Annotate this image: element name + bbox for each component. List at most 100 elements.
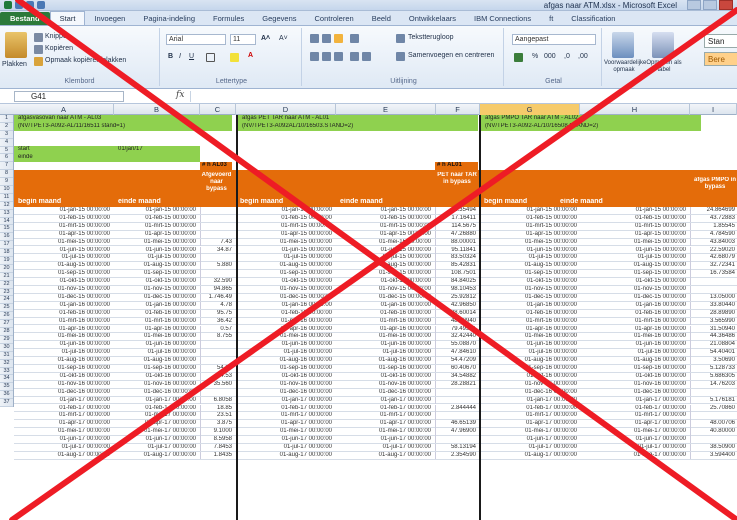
table-cell[interactable]: 01-dec-16 00:00:00 [481, 389, 579, 396]
table-cell[interactable]: 01-okt-15 00:00:00 [581, 278, 688, 285]
table-cell[interactable]: 01-okt-16 00:00:00 [14, 373, 112, 380]
table-cell[interactable]: 01-nov-15 00:00:00 [238, 286, 334, 293]
row-header[interactable]: 11 [0, 194, 13, 202]
table-cell[interactable]: 01-dec-15 00:00:00 [336, 294, 433, 301]
table-cell[interactable]: 01-jun-16 00:00:00 [336, 341, 433, 348]
row-header[interactable]: 26 [0, 312, 13, 321]
table-cell[interactable] [435, 412, 478, 420]
table-cell[interactable]: 79.49521 [435, 325, 478, 333]
table-cell[interactable]: 42.68079 [690, 254, 737, 262]
table-cell[interactable]: 01-mrt-17 00:00:00 [336, 412, 433, 419]
table-cell[interactable]: 95.75 [200, 309, 234, 318]
tab-ft[interactable]: ft [540, 12, 562, 25]
table-cell[interactable]: 01-jan-16 00:00:00 [581, 302, 688, 309]
table-cell[interactable]: 01-feb-16 00:00:00 [114, 310, 198, 317]
table-cell[interactable] [200, 270, 234, 278]
table-cell[interactable]: 01-aug-17 00:00:00 [14, 452, 112, 459]
table-cell[interactable]: 01-apr-16 00:00:00 [481, 326, 579, 333]
table-cell[interactable]: 01-okt-15 00:00:00 [336, 278, 433, 285]
paste-icon[interactable] [5, 32, 27, 58]
table-cell[interactable]: 31.50940 [690, 325, 737, 333]
column-header-h[interactable]: H [580, 104, 690, 115]
table-cell[interactable]: 01-aug-16 00:00:00 [114, 357, 198, 364]
table-cell[interactable]: 01-jun-15 00:00:00 [581, 247, 688, 254]
column-header-b[interactable]: B [114, 104, 200, 115]
table-cell[interactable]: 01-jul-15 00:00:00 [14, 254, 112, 261]
table-cell[interactable]: 01-dec-16 00:00:00 [114, 389, 198, 396]
table-cell[interactable]: 01-mrt-15 00:00:00 [481, 223, 579, 230]
table-cell[interactable]: 01-jun-16 00:00:00 [238, 341, 334, 348]
table-cell[interactable]: 01-mrt-15 00:00:00 [581, 223, 688, 230]
table-cell[interactable]: 01-feb-17 00:00:00 [14, 405, 112, 412]
table-cell[interactable]: 01-mei-16 00:00:00 [336, 333, 433, 340]
table-cell[interactable]: 01-jun-16 00:00:00 [481, 341, 579, 348]
row-header[interactable]: 25 [0, 304, 13, 313]
table-cell[interactable]: 14.76203 [690, 380, 737, 389]
table-cell[interactable] [200, 230, 234, 239]
table-cell[interactable]: 83.50324 [435, 254, 478, 262]
table-cell[interactable]: 01-apr-16 00:00:00 [114, 326, 198, 333]
row-header[interactable]: 29 [0, 336, 13, 344]
tab-bestand[interactable]: Bestand [0, 12, 50, 25]
table-cell[interactable]: 25.70860 [690, 404, 737, 412]
table-cell[interactable]: 01-mei-15 00:00:00 [336, 239, 433, 246]
table-cell[interactable]: 58.13194 [435, 444, 478, 452]
row-header[interactable]: 22 [0, 281, 13, 289]
table-cell[interactable]: 01-aug-15 00:00:00 [581, 262, 688, 269]
table-cell[interactable]: 01-mrt-16 00:00:00 [481, 318, 579, 325]
style-standard[interactable]: Stan [704, 34, 737, 48]
column-header-c[interactable]: C [200, 104, 236, 115]
table-cell[interactable]: 32.42440 [435, 333, 478, 341]
tab-controleren[interactable]: Controleren [306, 12, 363, 25]
table-cell[interactable]: 3.50690 [690, 357, 737, 365]
table-cell[interactable]: 28.60014 [435, 309, 478, 318]
table-cell[interactable]: 01-aug-15 00:00:00 [481, 262, 579, 269]
table-cell[interactable]: 43.84003 [690, 238, 737, 246]
cut-icon[interactable] [34, 33, 43, 42]
table-cell[interactable]: 1.746.49 [200, 293, 234, 302]
table-cell[interactable]: 01-jul-17 00:00:00 [14, 444, 112, 451]
redo-icon[interactable] [37, 1, 45, 9]
table-cell[interactable]: 01-feb-15 00:00:00 [481, 215, 579, 222]
table-cell[interactable]: 01-feb-15 00:00:00 [581, 215, 688, 222]
tab-beeld[interactable]: Beeld [363, 12, 400, 25]
thousands-icon[interactable]: 000 [544, 52, 556, 62]
table-cell[interactable]: 48.20940 [435, 317, 478, 325]
cut-button[interactable]: Knippen [45, 32, 71, 42]
table-cell[interactable]: 01-mrt-17 00:00:00 [581, 412, 688, 419]
table-cell[interactable]: 40.80000 [690, 428, 737, 436]
font-name-select[interactable]: Arial [166, 34, 226, 45]
table-cell[interactable]: 01-apr-15 00:00:00 [14, 231, 112, 238]
table-cell[interactable]: 5.880 [200, 262, 234, 270]
row-header[interactable]: 33 [0, 368, 13, 376]
table-cell[interactable]: 47.84610 [435, 349, 478, 357]
table-cell[interactable]: 01-mrt-17 00:00:00 [114, 412, 198, 419]
table-cell[interactable]: 01-feb-17 00:00:00 [581, 405, 688, 412]
table-cell[interactable]: 01-aug-17 00:00:00 [336, 452, 433, 459]
table-cell[interactable]: 01-dec-16 00:00:00 [238, 389, 334, 396]
table-cell[interactable]: 01-sep-15 00:00:00 [14, 270, 112, 277]
table-cell[interactable]: 01-dec-15 00:00:00 [14, 294, 112, 301]
row-header[interactable]: 24 [0, 296, 13, 305]
row-header[interactable]: 8 [0, 170, 13, 179]
table-cell[interactable]: 4.78 [200, 301, 234, 310]
table-cell[interactable]: 01-jul-15 00:00:00 [238, 254, 334, 261]
table-cell[interactable]: 01-apr-17 00:00:00 [114, 420, 198, 427]
maximize-button[interactable] [703, 0, 717, 10]
table-cell[interactable]: 01-aug-16 00:00:00 [14, 357, 112, 364]
close-button[interactable] [719, 0, 733, 10]
table-cell[interactable] [200, 357, 234, 365]
table-cell[interactable]: 01-mei-17 00:00:00 [14, 428, 112, 435]
merge-center-button[interactable]: Samenvoegen en centreren [408, 51, 494, 61]
table-cell[interactable]: 01-apr-16 00:00:00 [336, 326, 433, 333]
table-cell[interactable]: 2.844444 [435, 404, 478, 412]
table-cell[interactable]: 28.28821 [435, 380, 478, 389]
table-cell[interactable]: 01-apr-17 00:00:00 [581, 420, 688, 427]
table-cell[interactable]: 01-jan-17 00:00:00 [581, 397, 688, 404]
table-cell[interactable]: 01-sep-16 00:00:00 [14, 365, 112, 372]
table-cell[interactable]: 01-jun-17 00:00:00 [238, 436, 334, 443]
table-cell[interactable] [690, 286, 737, 294]
table-cell[interactable]: 0.57 [200, 325, 234, 333]
table-cell[interactable]: 01-mei-15 00:00:00 [581, 239, 688, 246]
table-cell[interactable]: 01-jul-16 00:00:00 [481, 349, 579, 356]
